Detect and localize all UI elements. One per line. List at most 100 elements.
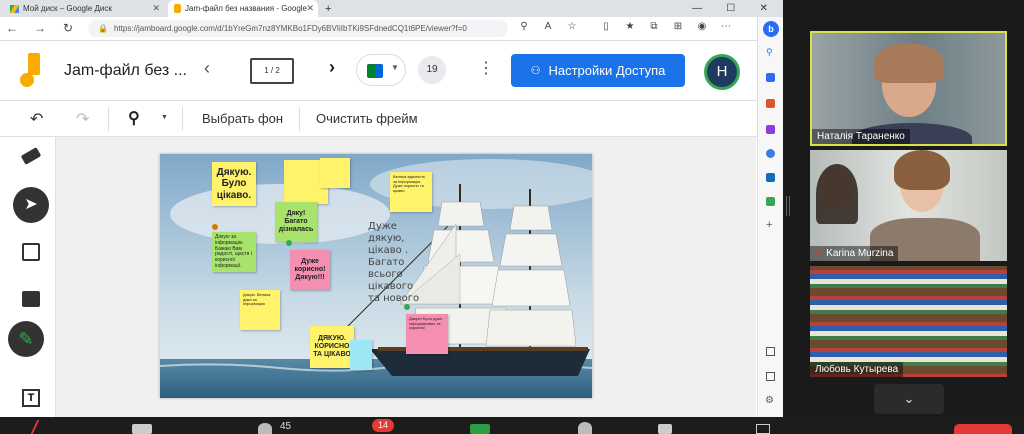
back-icon[interactable]: ← [4,21,20,35]
document-title[interactable]: Jam-файл без ... [64,62,187,80]
split-screen-icon[interactable]: ▯ [598,21,614,32]
gear-icon[interactable]: ⚙ [765,395,774,406]
sticky-note[interactable]: Дякую. Велика дяка за інформацію [240,290,280,330]
video-tile[interactable]: Наталія Тараненко [810,31,1007,146]
minimize-icon[interactable]: — [692,3,702,14]
pen-tool[interactable]: ✎ [8,321,44,357]
tool-rail: ➤ ✎ T [0,137,56,417]
participants-icon[interactable] [258,423,272,434]
close-icon[interactable]: ✕ [152,3,160,14]
collections-icon[interactable]: ⧉ [646,21,662,32]
set-background-button[interactable]: Выбрать фон [202,111,283,126]
tab-jamboard[interactable]: Jam-файл без названия - Google ✕ [168,0,318,17]
video-icon[interactable] [132,424,152,434]
sticky-note[interactable]: Дяку! Багато дізналась [275,202,317,242]
text-box-icon[interactable]: T [22,389,40,407]
share-screen-icon[interactable] [470,424,490,434]
sticky-note[interactable]: Дуже корисно! Дякую!!! [290,250,330,290]
eraser-icon[interactable] [20,147,42,165]
frame-bar[interactable]: 1 / 2 [250,58,294,84]
forward-icon[interactable]: → [32,21,48,35]
favorite-icon[interactable]: ☆ [564,21,580,32]
collapse-videos-button[interactable]: ⌄ [874,384,944,414]
new-tab-icon[interactable]: + [322,0,338,17]
divider [108,107,109,131]
jamboard-icon [174,4,181,13]
reactions-icon[interactable] [578,422,592,434]
laser-pointer-icon [212,224,218,230]
jam-frame[interactable]: Дякую. Було цікаво. Дяку! Багато дізнала… [160,154,592,398]
chat-badge[interactable]: 14 [372,419,394,432]
participant-name: ✕ Karina Murzina [810,246,899,261]
sticky-note[interactable]: ДЯКУЮ. КОРИСНО ТА ЦІКАВО [310,326,354,368]
sidebar-toggle-icon[interactable] [766,347,775,356]
panel-splitter[interactable] [786,196,790,216]
sticky-note[interactable]: Дякую за інформацію. Бажаю Вам радості, … [212,232,256,272]
participant-name: Наталія Тараненко [812,129,910,144]
profile-icon[interactable]: ◉ [694,21,710,32]
reload-icon[interactable]: ↻ [60,21,76,35]
favorites-icon[interactable]: ★ [622,21,638,32]
sticky-note-icon[interactable] [22,243,40,261]
video-tile[interactable]: Любовь Кутырева [810,266,1007,377]
meet-button[interactable]: ▼ [356,54,406,86]
sticky-note[interactable]: Велика вдячність за інформацію. Дуже кор… [390,172,432,212]
image-icon[interactable] [22,291,40,307]
games-icon[interactable] [766,125,775,134]
shopping-icon[interactable] [766,73,775,82]
chevron-down-icon: ▼ [391,63,399,72]
next-frame-icon[interactable]: › [329,57,335,78]
zoom-icon[interactable]: ⚲ [128,108,140,128]
read-aloud-icon[interactable]: A [540,21,556,32]
drop-icon[interactable] [766,197,775,206]
prev-frame-icon[interactable]: ‹ [204,58,210,79]
zoom-icon[interactable]: ⚲ [516,21,532,32]
sticky-note[interactable]: Дякую! Було дуже інформативно та корисно… [406,314,448,354]
jamboard-logo [20,53,44,87]
office-icon[interactable] [766,149,775,158]
leave-button[interactable] [954,424,1012,434]
window-close-icon[interactable]: ✕ [759,3,767,14]
video-tile[interactable]: ✕ Karina Murzina [810,150,1007,261]
redo-icon[interactable]: ↷ [76,109,89,129]
sticky-note[interactable]: Дякую. Було цікаво. [212,162,256,206]
frame-counter: 1 / 2 [264,66,280,75]
more-options-icon[interactable]: ⋮ [478,58,494,78]
apps-icon[interactable] [658,424,672,434]
tools-icon[interactable] [766,99,775,108]
pen-icon: ✎ [18,329,34,349]
add-icon[interactable]: + [766,219,772,231]
clear-frame-button[interactable]: Очистить фрейм [316,111,418,126]
select-tool[interactable]: ➤ [13,187,49,223]
maximize-icon[interactable]: ☐ [726,3,735,14]
tab-bar: Мой диск – Google Диск ✕ Jam-файл без на… [0,0,783,17]
sticky-note[interactable] [320,158,350,188]
bookshelf-background [810,266,1007,377]
participants-count: 19 [426,64,438,75]
share-button[interactable]: ⚇ Настройки Доступа [511,54,685,87]
tab-google-drive[interactable]: Мой диск – Google Диск ✕ [4,0,164,17]
handwritten-note[interactable]: Дуже дякую, цікаво . Багато всього цікав… [368,221,426,305]
outlook-icon[interactable] [766,173,775,182]
undo-icon[interactable]: ↶ [30,109,43,129]
external-link-icon[interactable] [766,372,775,381]
more-icon[interactable] [756,424,770,434]
avatar[interactable]: H [704,54,740,90]
participants-badge[interactable]: 19 [418,56,446,84]
more-icon[interactable]: ⋯ [718,21,734,32]
zoom-dropdown-icon[interactable]: ▼ [161,114,168,121]
participant-name: Любовь Кутырева [810,362,904,377]
extensions-icon[interactable]: ⊞ [670,21,686,32]
participant-hair [894,150,950,190]
chevron-down-icon: ⌄ [903,391,915,406]
url-field[interactable]: 🔒 https://jamboard.google.com/d/1bYreGm7… [88,20,508,37]
lock-icon: 🔒 [98,24,108,33]
search-icon[interactable]: ⚲ [766,47,773,58]
close-icon[interactable]: ✕ [306,3,314,14]
tab-label: Мой диск – Google Диск [23,4,112,13]
mute-icon[interactable] [30,420,52,434]
bing-icon[interactable]: b [763,21,779,37]
participant-name-text: Karina Murzina [826,248,894,259]
jamboard-header: Jam-файл без ... ‹ 1 / 2 › ▼ 19 ⋮ ⚇ Наст… [0,41,757,101]
sticky-note[interactable] [350,340,372,370]
